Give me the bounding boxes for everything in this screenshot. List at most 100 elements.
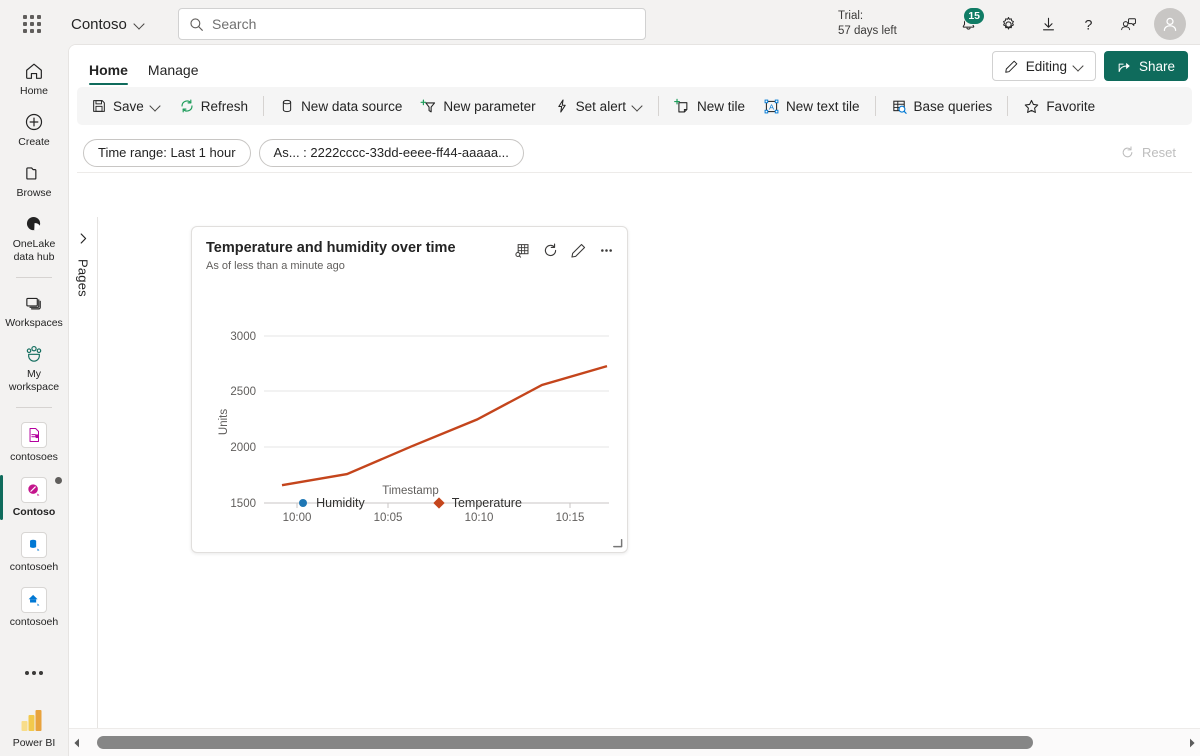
base-queries-button[interactable]: Base queries [883,91,1001,121]
sidebar-item-create[interactable]: Create [2,107,66,152]
temperature-marker-icon [433,497,445,509]
ribbon-separator [1007,96,1009,116]
notification-badge: 15 [963,7,985,25]
feedback-button[interactable] [1108,4,1148,44]
chevron-down-icon [151,101,161,111]
x-tick-label: 10:10 [465,512,494,522]
tile-more-options-button[interactable] [595,239,617,261]
workspace-item-icon [21,477,47,503]
feedback-chat-icon [1121,18,1136,31]
status-dot-badge [55,477,62,484]
brand-label: Contoso [71,15,127,33]
trial-status: Trial: 57 days left [838,9,918,39]
scroll-track[interactable] [85,729,1184,756]
legend-label: Humidity [316,496,365,510]
tab-manage[interactable]: Manage [140,62,207,85]
editing-label: Editing [1025,58,1067,74]
sidebar-item-label: contosoeh [9,561,59,573]
tile-refresh-button[interactable] [539,239,561,261]
download-icon [1042,17,1054,30]
trial-days-left: 57 days left [838,25,897,37]
tab-bar: Home Manage Editing Share [69,45,1200,85]
reset-button[interactable]: Reset [1110,139,1186,167]
tile-resize-handle[interactable] [612,537,623,548]
favorite-button[interactable]: Favorite [1015,91,1103,121]
new-parameter-icon [420,98,436,112]
settings-button[interactable] [988,4,1028,44]
time-range-label: Time range: Last 1 hour [98,145,236,160]
favorite-label: Favorite [1046,98,1096,114]
new-parameter-button[interactable]: New parameter [412,91,543,121]
set-alert-button[interactable]: Set alert [546,91,651,121]
sidebar-item-onelake-data-hub[interactable]: OneLake data hub [2,209,66,267]
notifications-button[interactable]: 15 [948,4,988,44]
app-launcher-icon[interactable] [17,9,47,39]
sidebar-item-my-workspace[interactable]: My workspace [2,339,66,397]
dashboard-canvas: Temperature and humidity over time As of… [98,217,1200,728]
set-alert-label: Set alert [575,98,626,114]
x-tick-label: 10:05 [374,512,403,522]
time-range-pill[interactable]: Time range: Last 1 hour [83,138,251,167]
browse-folder-icon [26,167,37,180]
brand-selector[interactable]: Contoso [65,12,151,37]
new-text-tile-icon: A [764,99,779,113]
legend-item-humidity[interactable]: Humidity [299,496,365,510]
editing-mode-button[interactable]: Editing [991,51,1096,81]
sidebar-item-contosoeh-2[interactable]: contosoeh [2,583,66,632]
save-button[interactable]: Save [83,91,169,121]
chevron-right-icon [80,232,86,244]
tile-edit-button[interactable] [567,239,589,261]
download-button[interactable] [1028,4,1068,44]
product-label: Power BI [12,737,56,749]
ribbon-separator [263,96,265,116]
new-tile-label: New tile [696,98,745,114]
tab-label: Manage [147,62,199,78]
humidity-marker-icon [299,499,308,507]
workspaces-icon [26,297,41,310]
horizontal-scroll-thumb[interactable] [97,735,1033,749]
legend-label: Temperature [451,496,522,510]
account-avatar[interactable] [1154,8,1186,40]
sidebar-item-workspaces[interactable]: Workspaces [2,288,66,333]
new-data-source-button[interactable]: New data source [271,91,410,121]
rail-divider [16,277,52,278]
sidebar-item-home[interactable]: Home [2,56,66,101]
sidebar-item-contosoes[interactable]: contosoes [2,418,66,467]
tab-bar-actions: Editing Share [991,51,1200,85]
legend-item-temperature[interactable]: Temperature [433,496,522,510]
new-text-tile-button[interactable]: A New text tile [755,91,868,121]
search-input[interactable]: Search [178,8,646,40]
share-button[interactable]: Share [1103,51,1188,81]
sidebar-item-label: Home [19,85,48,97]
horizontal-scrollbar[interactable] [69,728,1200,756]
scroll-left-arrow-icon [74,738,79,747]
new-tile-button[interactable]: New tile [666,91,753,121]
series-temperature [281,364,608,487]
sidebar-item-contoso[interactable]: Contoso [0,473,66,522]
x-tick-label: 10:00 [283,512,312,522]
search-placeholder: Search [212,16,257,32]
tab-home[interactable]: Home [81,62,136,85]
asset-filter-pill[interactable]: As... : 2222cccc-33dd-eeee-ff44-aaaaa... [258,138,524,167]
scroll-right-arrow-icon [1190,738,1195,747]
edit-pencil-icon [570,243,585,258]
help-button[interactable]: ? [1068,4,1108,44]
dashboard-tile[interactable]: Temperature and humidity over time As of… [191,226,628,553]
base-queries-label: Base queries [913,98,993,114]
rail-more-options-icon[interactable] [18,658,50,688]
tile-header: Temperature and humidity over time As of… [192,227,627,272]
top-bar-icons: 15 ? [948,0,1190,48]
refresh-button[interactable]: Refresh [171,91,256,121]
pages-expand-button[interactable] [72,227,94,249]
sidebar-item-browse[interactable]: Browse [2,158,66,203]
workspace-item-icon [21,422,47,448]
scroll-right-arrow[interactable] [1184,729,1200,756]
chevron-down-icon [1074,61,1084,71]
show-data-table-icon [514,243,528,258]
show-data-table-button[interactable] [511,239,533,261]
scroll-left-arrow[interactable] [69,729,85,756]
edit-pencil-icon [1004,60,1017,73]
chevron-down-icon [633,101,643,111]
eventhouse-icon [28,594,40,606]
sidebar-item-contosoeh-1[interactable]: contosoeh [2,528,66,577]
